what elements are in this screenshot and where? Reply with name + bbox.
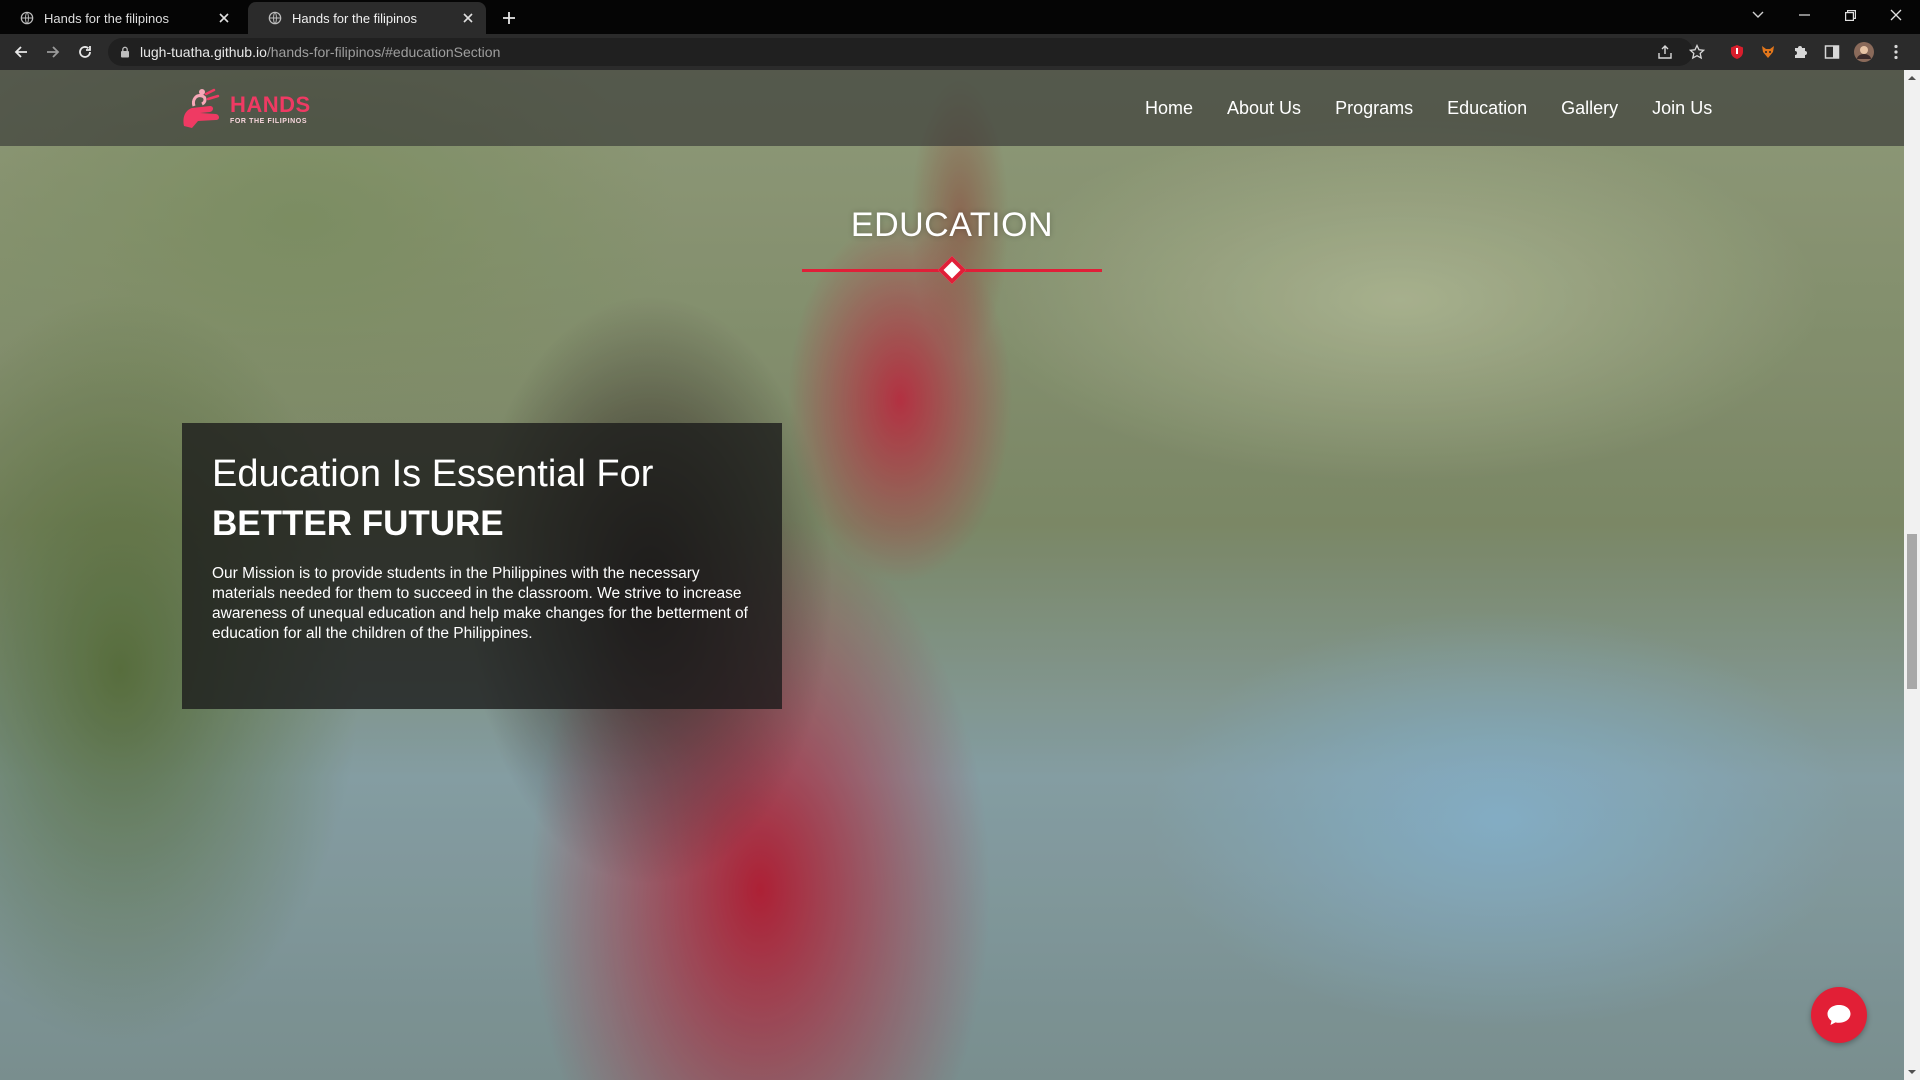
side-panel-icon — [1824, 45, 1840, 59]
scroll-up-arrow-icon[interactable] — [1908, 74, 1916, 82]
back-button[interactable] — [9, 40, 33, 64]
nav-home[interactable]: Home — [1145, 98, 1193, 119]
page-scrollbar[interactable] — [1904, 70, 1920, 1080]
back-arrow-icon — [14, 46, 27, 58]
nav-gallery[interactable]: Gallery — [1561, 98, 1618, 119]
reload-icon — [79, 46, 91, 58]
share-icon — [1658, 45, 1672, 59]
minimize-icon — [1798, 14, 1810, 16]
globe-icon — [20, 11, 34, 25]
share-button[interactable] — [1653, 40, 1677, 64]
star-icon — [1689, 44, 1705, 60]
profile-button[interactable] — [1852, 40, 1876, 64]
url-text: lugh-tuatha.github.io/hands-for-filipino… — [140, 44, 500, 60]
education-section: HANDS FOR THE FILIPINOS Home About Us Pr… — [0, 70, 1904, 1080]
site-logo[interactable]: HANDS FOR THE FILIPINOS — [180, 86, 311, 132]
main-nav: Home About Us Programs Education Gallery… — [1111, 70, 1712, 146]
browser-menu-button[interactable] — [1884, 40, 1908, 64]
restore-icon — [1844, 9, 1856, 21]
scroll-down-arrow-icon[interactable] — [1908, 1068, 1916, 1076]
title-divider — [802, 255, 1102, 285]
site-navbar: HANDS FOR THE FILIPINOS Home About Us Pr… — [0, 70, 1904, 146]
close-window-button[interactable] — [1873, 0, 1919, 30]
side-panel-button[interactable] — [1820, 40, 1844, 64]
logo-title: HANDS — [230, 91, 311, 117]
tab-title: Hands for the filipinos — [44, 10, 170, 26]
globe-icon — [268, 11, 282, 25]
browser-toolbar: lugh-tuatha.github.io/hands-for-filipino… — [0, 34, 1920, 70]
plus-icon — [503, 12, 515, 24]
chat-button[interactable] — [1811, 987, 1867, 1043]
close-icon — [1890, 9, 1902, 21]
scrollbar-thumb[interactable] — [1907, 534, 1917, 689]
chat-bubble-icon — [1827, 1005, 1851, 1025]
close-tab-icon[interactable] — [460, 10, 476, 26]
logo-subtitle: FOR THE FILIPINOS — [230, 117, 308, 125]
url-host: lugh-tuatha.github.io — [140, 44, 267, 60]
avatar — [1854, 42, 1874, 62]
minimize-button[interactable] — [1781, 0, 1827, 30]
kebab-menu-icon — [1894, 44, 1898, 60]
address-bar[interactable]: lugh-tuatha.github.io/hands-for-filipino… — [108, 38, 1693, 66]
nav-about-us[interactable]: About Us — [1227, 98, 1301, 119]
lock-icon — [121, 46, 129, 58]
tab-search-button[interactable] — [1735, 0, 1781, 30]
mission-text: Our Mission is to provide students in th… — [212, 565, 748, 643]
hands-logo-icon — [183, 88, 220, 128]
reload-button[interactable] — [73, 40, 97, 64]
nav-education[interactable]: Education — [1447, 98, 1527, 119]
nav-join-us[interactable]: Join Us — [1652, 98, 1712, 119]
logo-text: HANDS FOR THE FILIPINOS — [230, 91, 311, 125]
browser-tab-1[interactable]: Hands for the filipinos — [0, 2, 242, 34]
url-path: /hands-for-filipinos/#educationSection — [266, 44, 501, 60]
new-tab-button[interactable] — [498, 7, 520, 29]
chevron-down-icon — [1752, 11, 1764, 18]
fox-extension-icon — [1762, 46, 1774, 58]
extension-button-2[interactable] — [1756, 40, 1780, 64]
extensions-button[interactable] — [1788, 40, 1812, 64]
mission-card: Education Is Essential For BETTER FUTURE… — [182, 423, 782, 709]
browser-tab-bar: Hands for the filipinos Hands for the fi… — [0, 0, 1920, 34]
nav-programs[interactable]: Programs — [1335, 98, 1413, 119]
shield-extension-icon — [1731, 45, 1743, 59]
bookmark-button[interactable] — [1685, 40, 1709, 64]
mission-subheading: BETTER FUTURE — [212, 503, 504, 543]
close-tab-icon[interactable] — [216, 10, 232, 26]
tab-title: Hands for the filipinos — [292, 10, 418, 26]
mission-heading: Education Is Essential For — [212, 453, 654, 495]
browser-tab-2[interactable]: Hands for the filipinos — [248, 2, 486, 34]
restore-button[interactable] — [1827, 0, 1873, 30]
extension-button-1[interactable] — [1725, 40, 1749, 64]
section-title: EDUCATION — [850, 206, 1054, 244]
forward-button[interactable] — [41, 40, 65, 64]
diamond-icon — [937, 255, 967, 285]
forward-arrow-icon — [47, 46, 60, 58]
puzzle-icon — [1795, 46, 1807, 58]
